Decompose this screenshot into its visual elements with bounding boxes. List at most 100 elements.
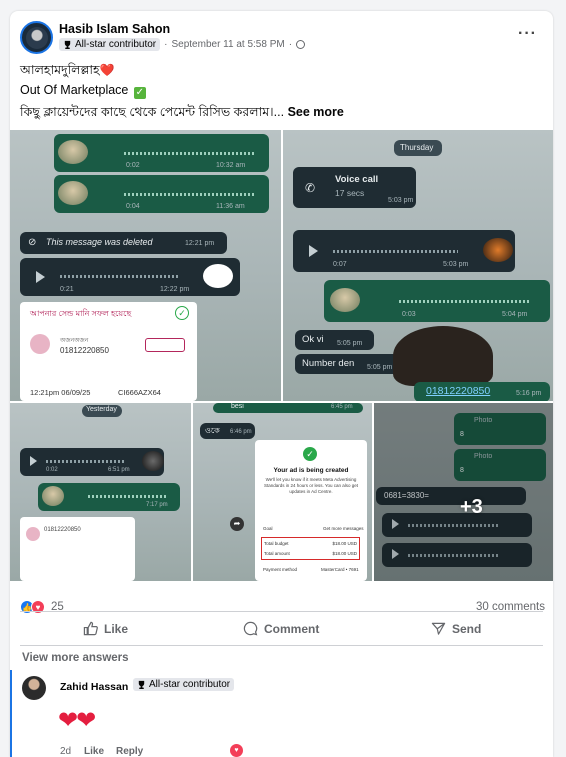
share-icon: ➦ xyxy=(230,517,244,531)
trophy-icon xyxy=(138,680,145,689)
author-name[interactable]: Hasib Islam Sahon xyxy=(59,22,170,36)
see-more-link[interactable]: See more xyxy=(288,105,344,119)
post-header: Hasib Islam Sahon All-star contributor ·… xyxy=(10,11,553,61)
post-line-1: আলহামদুলিল্লাহ❤️ xyxy=(20,62,115,82)
commenter-name[interactable]: Zahid Hassan xyxy=(60,681,128,693)
more-photos-overlay[interactable] xyxy=(374,403,553,581)
payment-title: আপনার সেন্ড মানি সফল হয়েছে xyxy=(30,309,132,318)
contact-avatar xyxy=(30,334,50,354)
waveform xyxy=(124,193,254,196)
comment-reply-button[interactable]: Reply xyxy=(116,746,143,757)
message-bubble: Ok vi 5:05 pm xyxy=(295,330,374,350)
voice-call-label: Voice call xyxy=(335,174,379,185)
message-bubble: Number den 5:05 pm xyxy=(295,354,404,374)
day-chip: Thursday xyxy=(394,140,442,156)
voice-message-bubble: 0:03 5:04 pm xyxy=(324,280,550,322)
transaction-id: CI666AZX64 xyxy=(118,388,161,397)
post-line-1-text: আলহামদুলিল্লাহ xyxy=(20,63,100,77)
budget-value: $18.00 USD xyxy=(332,541,357,546)
message-text: ওকে xyxy=(205,426,220,435)
comment-like-button[interactable]: Like xyxy=(84,746,104,757)
voice-message-bubble: 0:04 11:36 am xyxy=(54,175,269,213)
send-button[interactable]: Send xyxy=(431,621,481,636)
phone-number-link: 01812220850 xyxy=(426,385,491,397)
voice-avatar xyxy=(42,486,64,506)
voice-time: 11:36 am xyxy=(216,203,245,210)
commenter-avatar[interactable] xyxy=(22,676,46,700)
voice-time: 5:04 pm xyxy=(502,311,528,318)
waveform xyxy=(399,300,529,303)
voice-avatar xyxy=(58,140,88,164)
payment-receipt: আপনার সেন্ড মানি সফল হয়েছে ✓ অজনঅজন 018… xyxy=(20,302,197,401)
send-label: Send xyxy=(452,621,482,636)
message-text: Ok vi xyxy=(302,334,324,345)
play-icon xyxy=(36,271,45,283)
message-text: Number den xyxy=(302,358,355,369)
voice-duration: 0:02 xyxy=(46,467,58,473)
more-options-button[interactable]: ··· xyxy=(518,25,537,43)
post-image-3[interactable]: Yesterday 0:02 6:51 pm 7:17 pm 018122208… xyxy=(10,403,191,581)
ad-created-panel: ✓ Your ad is being created We'll let you… xyxy=(255,440,367,581)
thumbs-up-icon xyxy=(83,621,98,636)
waveform xyxy=(46,460,126,463)
call-duration: 17 secs xyxy=(335,188,365,198)
day-label: Yesterday xyxy=(86,406,117,413)
deleted-text: This message was deleted xyxy=(46,237,153,247)
phone-number-bubble: 01812220850 5:16 pm xyxy=(414,382,550,401)
person-head xyxy=(393,326,493,386)
message-bubble: ওকে 6:46 pm xyxy=(200,423,255,439)
badge-label: All-star contributor xyxy=(149,679,231,690)
separator: · xyxy=(288,39,293,50)
love-reaction-icon[interactable]: ♥ xyxy=(230,744,243,757)
post-image-1[interactable]: 0:02 10:32 am 0:04 11:36 am ⊘ This messa… xyxy=(10,130,281,401)
goal-label: Goal xyxy=(263,526,273,531)
post-image-5[interactable]: Photo 8 Photo 8 0681=3830= xyxy=(374,403,553,581)
voice-time: 7:17 pm xyxy=(146,502,168,508)
ad-title: Your ad is being created xyxy=(273,467,349,474)
budget-highlight: Total budget $18.00 USD Total amount $18… xyxy=(261,537,360,560)
post-line-3-text: কিছু ক্লায়েন্টদের কাছে থেকে পেমেন্ট রিস… xyxy=(20,105,285,119)
voice-avatar xyxy=(330,288,360,312)
deleted-message-bubble: ⊘ This message was deleted 12:21 pm xyxy=(20,232,227,254)
post-image-2[interactable]: Thursday ✆ Voice call 17 secs 5:03 pm 0:… xyxy=(283,130,553,401)
contact-avatar xyxy=(26,527,40,541)
add-contact-chip xyxy=(145,338,185,352)
more-photos-count[interactable]: +3 xyxy=(460,496,483,519)
post-card: Hasib Islam Sahon All-star contributor ·… xyxy=(10,11,553,757)
like-button[interactable]: Like xyxy=(83,621,128,636)
post-timestamp[interactable]: September 11 at 5:58 PM xyxy=(171,39,284,50)
waveform xyxy=(124,152,254,155)
message-time: 6:46 pm xyxy=(230,429,252,435)
like-label: Like xyxy=(104,621,129,636)
separator: · xyxy=(164,39,168,50)
message-bubble: besi 6:45 pm xyxy=(213,403,363,413)
post-line-2-text: Out Of Marketplace xyxy=(20,83,129,97)
message-time: 5:05 pm xyxy=(337,340,363,347)
message-time: 5:16 pm xyxy=(516,390,542,397)
voice-message-bubble: 0:02 10:32 am xyxy=(54,134,269,172)
payment-method-value: MasterCard • 7691 xyxy=(321,567,359,572)
voice-message-bubble: 0:07 5:03 pm xyxy=(293,230,515,272)
badge-label: All-star contributor xyxy=(75,39,157,50)
voice-time: 12:22 pm xyxy=(160,286,190,293)
voice-avatar xyxy=(483,238,513,262)
contact-number: 01812220850 xyxy=(60,346,109,355)
author-avatar[interactable] xyxy=(20,21,53,54)
voice-duration: 0:07 xyxy=(333,261,347,268)
voice-avatar xyxy=(142,451,164,471)
comment-item: Zahid Hassan All-star contributor ❤❤ 2d … xyxy=(10,670,553,757)
post-actions: Like Comment Send xyxy=(10,614,553,644)
view-more-answers-link[interactable]: View more answers xyxy=(22,652,129,664)
comment-button[interactable]: Comment xyxy=(243,621,319,636)
voice-duration: 0:04 xyxy=(126,203,140,210)
message-text: besi xyxy=(231,403,244,410)
comment-time[interactable]: 2d xyxy=(60,746,71,757)
budget-label: Total budget xyxy=(264,541,289,546)
red-heart-emoji: ❤️ xyxy=(99,63,115,77)
voice-time: 5:03 pm xyxy=(443,261,469,268)
payment-receipt: 01812220850 xyxy=(20,517,135,581)
send-icon xyxy=(431,622,446,635)
post-image-4[interactable]: besi 6:45 pm ওকে 6:46 pm ➦ ✓ Your ad is … xyxy=(193,403,372,581)
play-icon xyxy=(30,456,37,466)
play-icon xyxy=(309,245,318,257)
